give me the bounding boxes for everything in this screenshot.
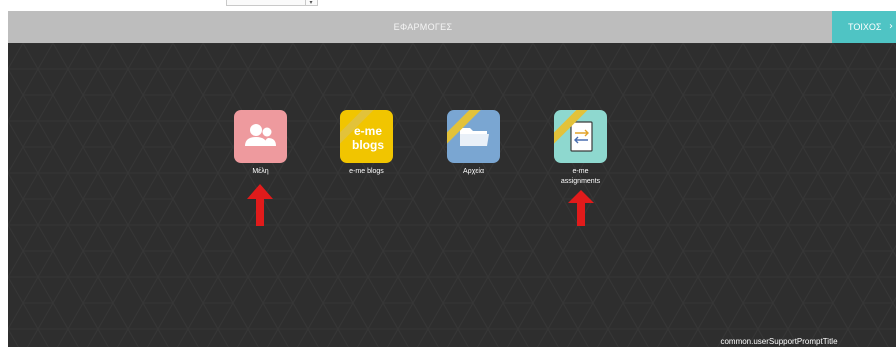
- background-pattern: [8, 43, 896, 347]
- blogs-icon: e-me blogs: [352, 124, 384, 152]
- folder-icon: [460, 128, 489, 146]
- apps-header: ΕΦΑΡΜΟΓΕΣ: [8, 11, 896, 43]
- support-prompt[interactable]: common.userSupportPromptTitle: [704, 333, 854, 347]
- members-icon: [245, 124, 276, 146]
- top-strip: [0, 0, 896, 11]
- svg-text:blogs: blogs: [352, 138, 384, 152]
- wall-tab-label: ΤΟΙΧΟΣ: [848, 22, 882, 32]
- app-label-assignments: e-me assignments: [560, 168, 601, 185]
- files-tile[interactable]: [447, 110, 500, 163]
- app-label-members: Μέλη: [252, 168, 269, 175]
- arrow-up-icon: [247, 184, 273, 226]
- app-label-files: Αρχεία: [462, 168, 485, 175]
- svg-text:e-me: e-me: [354, 124, 382, 138]
- wall-tab-button[interactable]: ΤΟΙΧΟΣ ›: [832, 11, 896, 43]
- page-select[interactable]: ▾: [226, 0, 318, 6]
- page-title: ΕΦΑΡΜΟΓΕΣ: [393, 22, 453, 32]
- blogs-tile[interactable]: e-me blogs: [340, 110, 393, 163]
- arrow-up-icon: [568, 190, 594, 226]
- chevron-right-icon: ›: [889, 21, 893, 32]
- apps-stage: Μέλη e-me blogs e-me blogs Αρχεία e-me a…: [8, 43, 896, 347]
- members-tile[interactable]: [234, 110, 287, 163]
- assignments-icon: [570, 121, 593, 152]
- app-label-blogs: e-me blogs: [349, 168, 384, 175]
- assignments-tile[interactable]: [554, 110, 607, 163]
- chevron-down-icon[interactable]: ▾: [305, 0, 316, 6]
